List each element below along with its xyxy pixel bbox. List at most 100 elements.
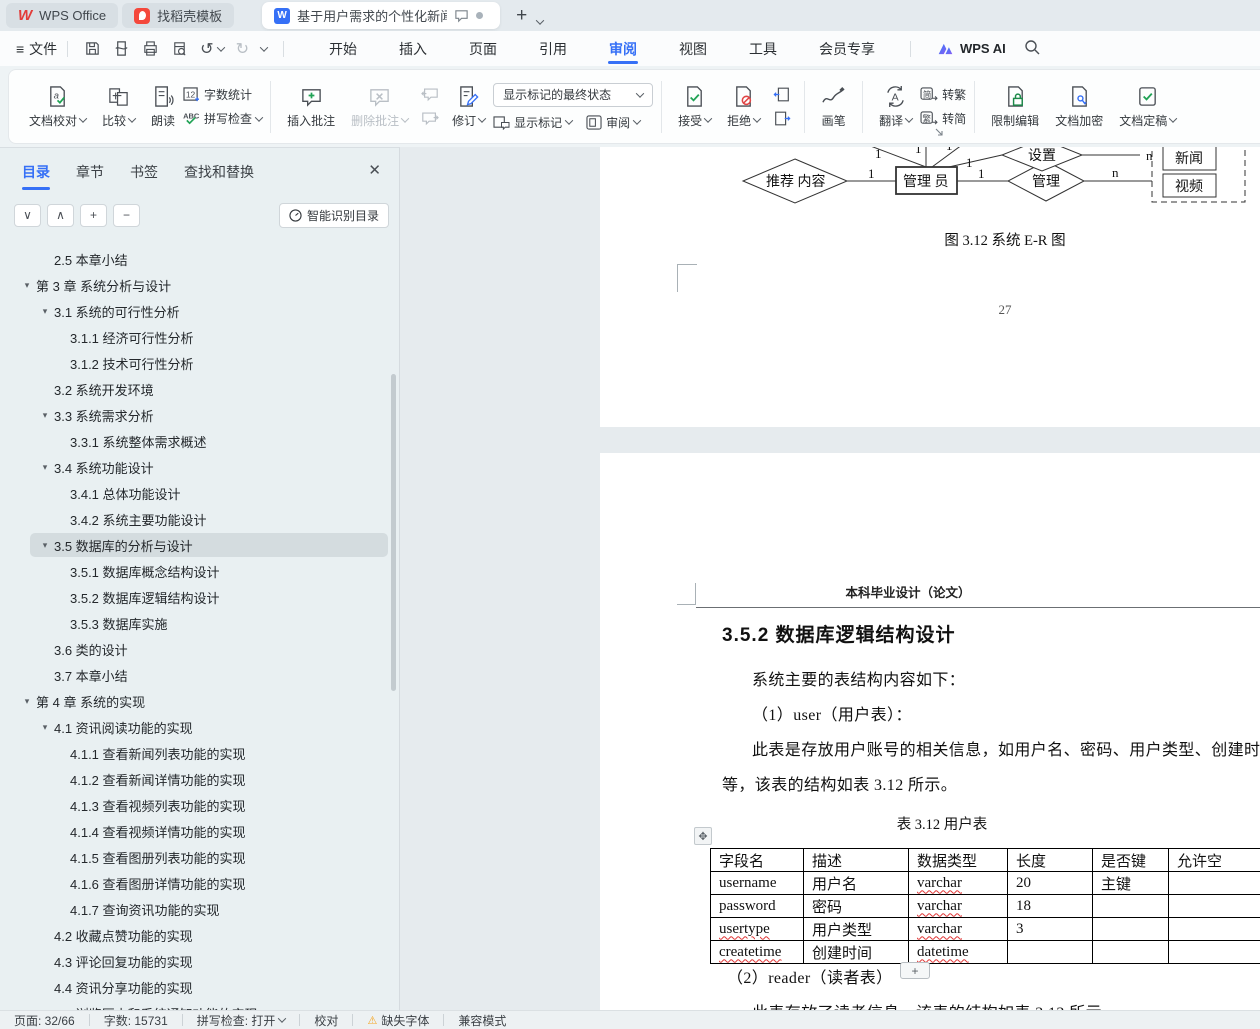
collapse-arrow-icon[interactable]: ▾: [22, 696, 32, 707]
toc-item[interactable]: 3.4.1 总体功能设计: [0, 480, 399, 506]
reject-button[interactable]: 拒绝: [719, 85, 768, 129]
table-add-row-button[interactable]: +: [900, 962, 930, 979]
toc-item[interactable]: 4.1.1 查看新闻列表功能的实现: [0, 740, 399, 766]
table-header-cell[interactable]: 长度: [1007, 848, 1093, 872]
toc-item[interactable]: 4.5 浏览历史和系统通知功能的实现: [0, 1000, 399, 1011]
restrict-editing-button[interactable]: 限制编辑: [983, 85, 1047, 129]
undo-chevron-icon[interactable]: [216, 42, 225, 52]
toc-item[interactable]: 3.7 本章小结: [0, 662, 399, 688]
collapse-arrow-icon[interactable]: ▾: [40, 540, 50, 551]
table-header-cell[interactable]: 描述: [803, 848, 909, 872]
to-simplified-button[interactable]: 繁 转简: [920, 110, 966, 127]
tab-current-document[interactable]: W 基于用户需求的个性化新闻推荐: [262, 2, 501, 29]
toc-item[interactable]: 4.1.6 查看图册详情功能的实现: [0, 870, 399, 896]
word-count-indicator[interactable]: 字数: 15731: [90, 1012, 182, 1029]
toc-item[interactable]: 4.1.7 查询资讯功能的实现: [0, 896, 399, 922]
toc-item[interactable]: ▾ 3.5 数据库的分析与设计: [0, 532, 399, 558]
previous-change-icon[interactable]: [773, 87, 791, 102]
table-cell[interactable]: 用户类型: [803, 917, 909, 941]
toc-item[interactable]: 4.4 资讯分享功能的实现: [0, 974, 399, 1000]
finalize-button[interactable]: 文档定稿: [1111, 85, 1184, 129]
document-page-27[interactable]: 推荐 内容 管理 员 管理 设置 新闻 视频 1 1 1 1 1 1 n n 图…: [600, 147, 1260, 427]
collapse-arrow-icon[interactable]: ▾: [40, 722, 50, 733]
collapse-arrow-icon[interactable]: ▾: [40, 462, 50, 473]
table-cell[interactable]: [1168, 871, 1260, 895]
markup-state-dropdown[interactable]: 显示标记的最终状态: [493, 82, 654, 107]
table-cell[interactable]: varchar: [908, 917, 1008, 941]
toc-item[interactable]: ▾ 第 3 章 系统分析与设计: [0, 272, 399, 298]
sidebar-tab-章节[interactable]: 章节: [76, 148, 104, 196]
tab-docer-templates[interactable]: 找稻壳模板: [122, 3, 235, 28]
table-cell[interactable]: username: [710, 871, 804, 895]
toc-item[interactable]: 4.2 收藏点赞功能的实现: [0, 922, 399, 948]
smart-recognize-toc-button[interactable]: 智能识别目录: [278, 202, 389, 228]
toc-item[interactable]: 3.2 系统开发环境: [0, 376, 399, 402]
menu-tab-审阅[interactable]: 审阅: [607, 31, 639, 66]
missing-font-warning[interactable]: ⚠ 缺失字体: [353, 1012, 443, 1029]
table-cell[interactable]: 用户名: [803, 871, 909, 895]
track-changes-button[interactable]: 修订: [444, 85, 493, 129]
table-cell[interactable]: 3: [1007, 917, 1093, 941]
toc-item[interactable]: ▾ 第 4 章 系统的实现: [0, 688, 399, 714]
table-cell[interactable]: [1007, 940, 1093, 964]
table-cell[interactable]: createtime: [710, 940, 804, 964]
tab-list-chevron-icon[interactable]: [536, 16, 545, 25]
search-button[interactable]: [1024, 39, 1040, 58]
toc-item[interactable]: 4.3 评论回复功能的实现: [0, 948, 399, 974]
print-button[interactable]: [142, 40, 159, 57]
toc-item[interactable]: ▾ 3.1 系统的可行性分析: [0, 298, 399, 324]
doc-proof-button[interactable]: a 文档校对: [21, 85, 94, 129]
spellcheck-indicator[interactable]: 拼写检查: 打开: [183, 1012, 300, 1029]
table-cell[interactable]: [1092, 917, 1169, 941]
sidebar-tab-查找和替换[interactable]: 查找和替换: [184, 148, 254, 196]
tab-wps-home[interactable]: W WPS Office: [6, 3, 119, 28]
table-cell[interactable]: [1168, 940, 1260, 964]
page-indicator[interactable]: 页面: 32/66: [0, 1012, 89, 1029]
menu-tab-视图[interactable]: 视图: [677, 31, 709, 66]
zoom-in-outline-button[interactable]: +: [80, 203, 107, 227]
table-cell[interactable]: 创建时间: [803, 940, 909, 964]
encrypt-button[interactable]: 文档加密: [1047, 85, 1111, 129]
table-cell[interactable]: password: [710, 894, 804, 918]
export-pdf-button[interactable]: [113, 40, 130, 57]
delete-comment-button[interactable]: 删除批注: [343, 85, 416, 129]
undo-button[interactable]: ↺: [200, 39, 225, 59]
save-button[interactable]: [84, 40, 101, 57]
next-comment-icon[interactable]: [421, 111, 439, 126]
toc-item[interactable]: 2.5 本章小结: [0, 246, 399, 272]
toc-item[interactable]: 3.1.2 技术可行性分析: [0, 350, 399, 376]
menu-tab-工具[interactable]: 工具: [747, 31, 779, 66]
review-pane-button[interactable]: 审阅: [586, 114, 642, 131]
toc-item[interactable]: 3.1.1 经济可行性分析: [0, 324, 399, 350]
toc-item[interactable]: 4.1.4 查看视频详情功能的实现: [0, 818, 399, 844]
zoom-out-outline-button[interactable]: −: [113, 203, 140, 227]
menu-tab-开始[interactable]: 开始: [327, 31, 359, 66]
menu-tab-会员专享[interactable]: 会员专享: [817, 31, 877, 66]
toc-item[interactable]: 4.1.5 查看图册列表功能的实现: [0, 844, 399, 870]
accept-button[interactable]: 接受: [670, 85, 719, 129]
collapse-arrow-icon[interactable]: ▾: [40, 410, 50, 421]
proofread-button[interactable]: 校对: [300, 1012, 352, 1029]
toc-item[interactable]: 3.3.1 系统整体需求概述: [0, 428, 399, 454]
expand-group-icon[interactable]: [935, 128, 943, 136]
wps-ai-button[interactable]: WPS AI: [937, 41, 1006, 56]
sidebar-tab-书签[interactable]: 书签: [130, 148, 158, 196]
table-cell[interactable]: [1168, 894, 1260, 918]
document-page-28[interactable]: 本科毕业设计（论文） 3.5.2 数据库逻辑结构设计 系统主要的表结构内容如下：…: [600, 453, 1260, 1010]
menu-tab-引用[interactable]: 引用: [537, 31, 569, 66]
next-change-icon[interactable]: [773, 111, 791, 126]
toc-item[interactable]: ▾ 3.3 系统需求分析: [0, 402, 399, 428]
expand-all-button[interactable]: ∧: [47, 203, 74, 227]
compatibility-mode-indicator[interactable]: 兼容模式: [444, 1012, 520, 1029]
ink-brush-button[interactable]: 画笔: [813, 85, 854, 129]
table-cell[interactable]: [1092, 940, 1169, 964]
table-header-cell[interactable]: 允许空: [1168, 848, 1260, 872]
table-cell[interactable]: [1092, 894, 1169, 918]
compare-button[interactable]: 比较: [94, 85, 143, 129]
toc-item[interactable]: ▾ 3.4 系统功能设计: [0, 454, 399, 480]
toc-item[interactable]: 3.6 类的设计: [0, 636, 399, 662]
toc-item[interactable]: 4.1.3 查看视频列表功能的实现: [0, 792, 399, 818]
table-cell[interactable]: varchar: [908, 894, 1008, 918]
table-header-cell[interactable]: 是否键: [1092, 848, 1169, 872]
new-tab-button[interactable]: +: [516, 5, 527, 27]
